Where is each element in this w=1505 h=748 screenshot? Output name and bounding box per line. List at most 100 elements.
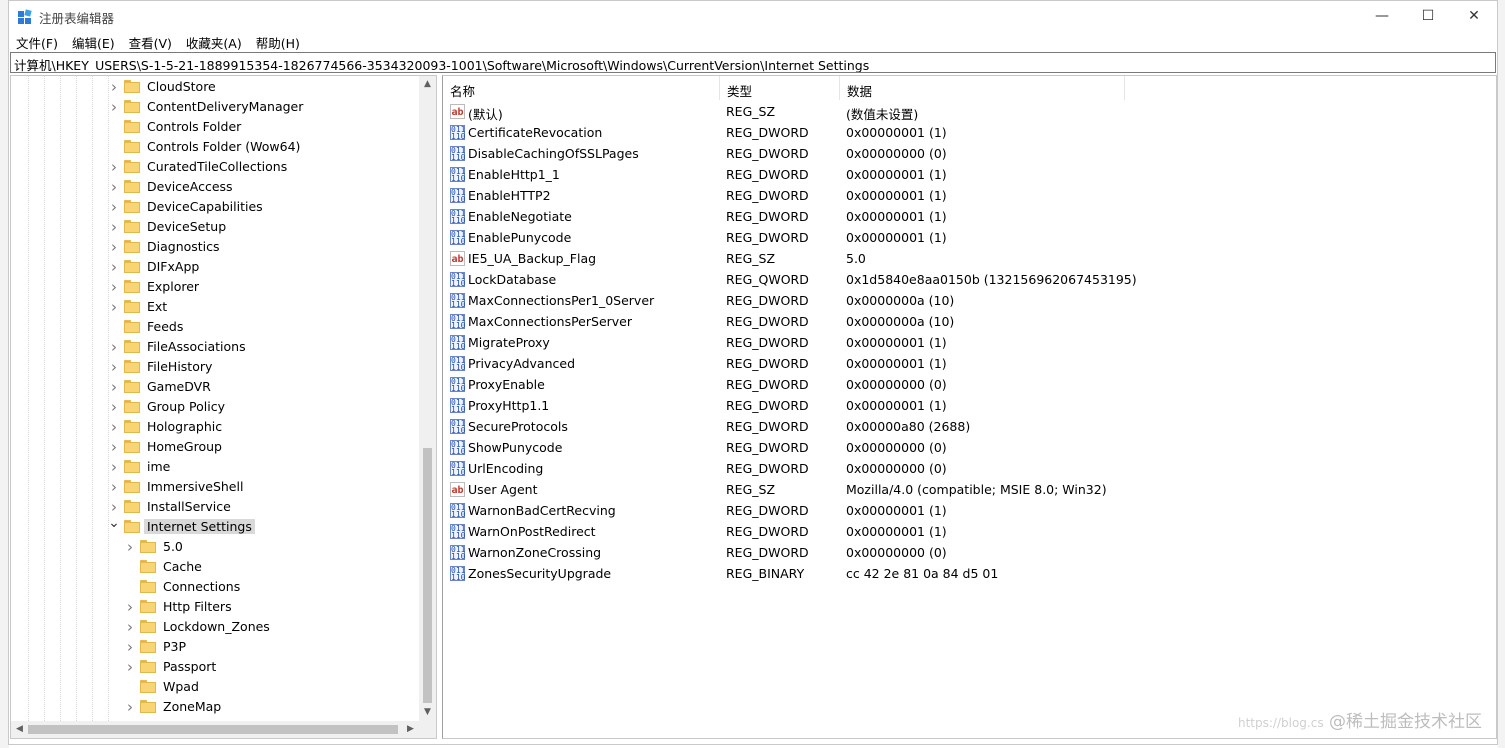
tree-vertical-scrollbar[interactable]: ▲ ▼ <box>419 76 436 721</box>
tree-item[interactable]: › HomeGroup <box>11 437 419 457</box>
chevron-right-icon[interactable]: › <box>108 260 120 275</box>
tree-item[interactable]: › DIFxApp <box>11 257 419 277</box>
tree-item[interactable]: Controls Folder (Wow64) <box>11 137 419 157</box>
value-row[interactable]: 011 110 EnableHttp1_1 REG_DWORD 0x00000001 (… <box>443 164 1496 185</box>
chevron-right-icon[interactable]: › <box>108 160 120 175</box>
tree-item[interactable]: › ContentDeliveryManager <box>11 97 419 117</box>
scroll-right-arrow-icon[interactable]: ▶ <box>402 721 419 738</box>
tree-item[interactable]: › Diagnostics <box>11 237 419 257</box>
tree-item[interactable]: › 5.0 <box>11 537 419 557</box>
menu-favorites[interactable]: 收藏夹(A) <box>179 31 249 51</box>
tree-item[interactable]: › Http Filters <box>11 597 419 617</box>
tree-item[interactable]: Controls Folder <box>11 117 419 137</box>
chevron-right-icon[interactable]: › <box>108 480 120 495</box>
maximize-button[interactable]: ☐ <box>1405 1 1451 31</box>
tree-item[interactable]: › CuratedTileCollections <box>11 157 419 177</box>
chevron-right-icon[interactable]: › <box>108 80 120 95</box>
menu-help[interactable]: 帮助(H) <box>249 31 307 51</box>
chevron-right-icon[interactable]: › <box>108 380 120 395</box>
address-bar[interactable]: 计算机\HKEY_USERS\S-1-5-21-1889915354-18267… <box>10 52 1496 73</box>
column-header-type[interactable]: 类型 <box>720 76 840 100</box>
chevron-right-icon[interactable]: › <box>108 460 120 475</box>
chevron-right-icon[interactable]: › <box>108 440 120 455</box>
tree-item[interactable]: › CloudStore <box>11 77 419 97</box>
value-row[interactable]: 011 110 ProxyEnable REG_DWORD 0x00000000 (0) <box>443 374 1496 395</box>
chevron-right-icon[interactable]: › <box>108 220 120 235</box>
chevron-right-icon[interactable]: › <box>124 620 136 635</box>
value-row[interactable]: 011 110 UrlEncoding REG_DWORD 0x00000000 (0) <box>443 458 1496 479</box>
value-row[interactable]: 011 110 MigrateProxy REG_DWORD 0x00000001 (1… <box>443 332 1496 353</box>
tree-item[interactable]: › P3P <box>11 637 419 657</box>
chevron-right-icon[interactable]: › <box>108 420 120 435</box>
scroll-up-arrow-icon[interactable]: ▲ <box>419 76 436 93</box>
chevron-right-icon[interactable]: › <box>124 640 136 655</box>
value-row[interactable]: 011 110 ZonesSecurityUpgrade REG_BINARY cc 4… <box>443 563 1496 584</box>
tree-horizontal-scroll-thumb[interactable] <box>28 725 398 734</box>
title-bar[interactable]: 注册表编辑器 — ☐ ✕ <box>9 1 1497 31</box>
tree-item[interactable]: › Group Policy <box>11 397 419 417</box>
values-list-pane[interactable]: 名称 类型 数据 ab (默认) REG_SZ (数值未设置) 011 110 Certif… <box>442 75 1497 739</box>
value-row[interactable]: 011 110 WarnOnPostRedirect REG_DWORD 0x00000… <box>443 521 1496 542</box>
chevron-right-icon[interactable]: › <box>108 280 120 295</box>
value-row[interactable]: 011 110 PrivacyAdvanced REG_DWORD 0x00000001… <box>443 353 1496 374</box>
tree-item[interactable]: › Ext <box>11 297 419 317</box>
menu-file[interactable]: 文件(F) <box>9 31 65 51</box>
chevron-right-icon[interactable]: › <box>124 600 136 615</box>
tree-item[interactable]: Connections <box>11 577 419 597</box>
tree-item[interactable]: › DeviceAccess <box>11 177 419 197</box>
chevron-right-icon[interactable]: › <box>108 500 120 515</box>
tree-horizontal-scrollbar[interactable]: ◀ ▶ <box>11 721 419 738</box>
value-row[interactable]: ab (默认) REG_SZ (数值未设置) <box>443 101 1496 122</box>
scroll-left-arrow-icon[interactable]: ◀ <box>11 721 28 738</box>
tree-item[interactable]: › ime <box>11 457 419 477</box>
chevron-right-icon[interactable]: › <box>108 240 120 255</box>
close-button[interactable]: ✕ <box>1451 1 1497 31</box>
value-row[interactable]: 011 110 EnableHTTP2 REG_DWORD 0x00000001 (1) <box>443 185 1496 206</box>
value-row[interactable]: 011 110 WarnonZoneCrossing REG_DWORD 0x00000… <box>443 542 1496 563</box>
tree-item[interactable]: › Holographic <box>11 417 419 437</box>
chevron-right-icon[interactable]: › <box>124 660 136 675</box>
chevron-right-icon[interactable]: › <box>108 100 120 115</box>
value-row[interactable]: 011 110 EnablePunycode REG_DWORD 0x00000001 … <box>443 227 1496 248</box>
value-row[interactable]: 011 110 LockDatabase REG_QWORD 0x1d5840e8aa0… <box>443 269 1496 290</box>
tree-item[interactable]: › Passport <box>11 657 419 677</box>
tree-item[interactable]: Feeds <box>11 317 419 337</box>
chevron-right-icon[interactable]: › <box>108 360 120 375</box>
menu-view[interactable]: 查看(V) <box>122 31 179 51</box>
tree-item[interactable]: › FileAssociations <box>11 337 419 357</box>
tree-vertical-scroll-thumb[interactable] <box>423 448 432 703</box>
chevron-right-icon[interactable]: › <box>108 400 120 415</box>
chevron-right-icon[interactable]: › <box>124 540 136 555</box>
chevron-right-icon[interactable]: › <box>108 180 120 195</box>
value-row[interactable]: 011 110 MaxConnectionsPer1_0Server REG_DWOR… <box>443 290 1496 311</box>
tree-item[interactable]: ⌄ Internet Settings <box>11 516 419 537</box>
value-row[interactable]: 011 110 ProxyHttp1.1 REG_DWORD 0x00000001 (1… <box>443 395 1496 416</box>
value-row[interactable]: 011 110 ShowPunycode REG_DWORD 0x00000000 (0… <box>443 437 1496 458</box>
value-row[interactable]: 011 110 SecureProtocols REG_DWORD 0x00000a80… <box>443 416 1496 437</box>
tree-item[interactable]: › DeviceCapabilities <box>11 197 419 217</box>
tree-item[interactable]: › Explorer <box>11 277 419 297</box>
column-header-name[interactable]: 名称 <box>443 76 720 100</box>
tree-item[interactable]: › InstallService <box>11 497 419 517</box>
value-row[interactable]: 011 110 CertificateRevocation REG_DWORD 0x00… <box>443 122 1496 143</box>
value-row[interactable]: 011 110 WarnonBadCertRecving REG_DWORD 0x000… <box>443 500 1496 521</box>
value-row[interactable]: 011 110 EnableNegotiate REG_DWORD 0x00000001… <box>443 206 1496 227</box>
value-row[interactable]: ab IE5_UA_Backup_Flag REG_SZ 5.0 <box>443 248 1496 269</box>
tree-item[interactable]: › ZoneMap <box>11 697 419 717</box>
tree-item[interactable]: Wpad <box>11 677 419 697</box>
minimize-button[interactable]: — <box>1359 1 1405 31</box>
chevron-right-icon[interactable]: › <box>108 340 120 355</box>
chevron-right-icon[interactable]: › <box>108 300 120 315</box>
tree-item[interactable]: Cache <box>11 557 419 577</box>
value-row[interactable]: ab User Agent REG_SZ Mozilla/4.0 (compatibl… <box>443 479 1496 500</box>
tree-item[interactable]: › FileHistory <box>11 357 419 377</box>
key-tree-pane[interactable]: › CloudStore › ContentDeliveryManager Contro… <box>10 75 437 739</box>
menu-edit[interactable]: 编辑(E) <box>65 31 122 51</box>
value-row[interactable]: 011 110 MaxConnectionsPerServer REG_DWORD 0x… <box>443 311 1496 332</box>
chevron-right-icon[interactable]: › <box>124 700 136 715</box>
scroll-down-arrow-icon[interactable]: ▼ <box>419 704 436 721</box>
tree-item[interactable]: › ImmersiveShell <box>11 477 419 497</box>
tree-item[interactable]: › Lockdown_Zones <box>11 617 419 637</box>
chevron-right-icon[interactable]: › <box>108 200 120 215</box>
tree-item[interactable]: › GameDVR <box>11 377 419 397</box>
